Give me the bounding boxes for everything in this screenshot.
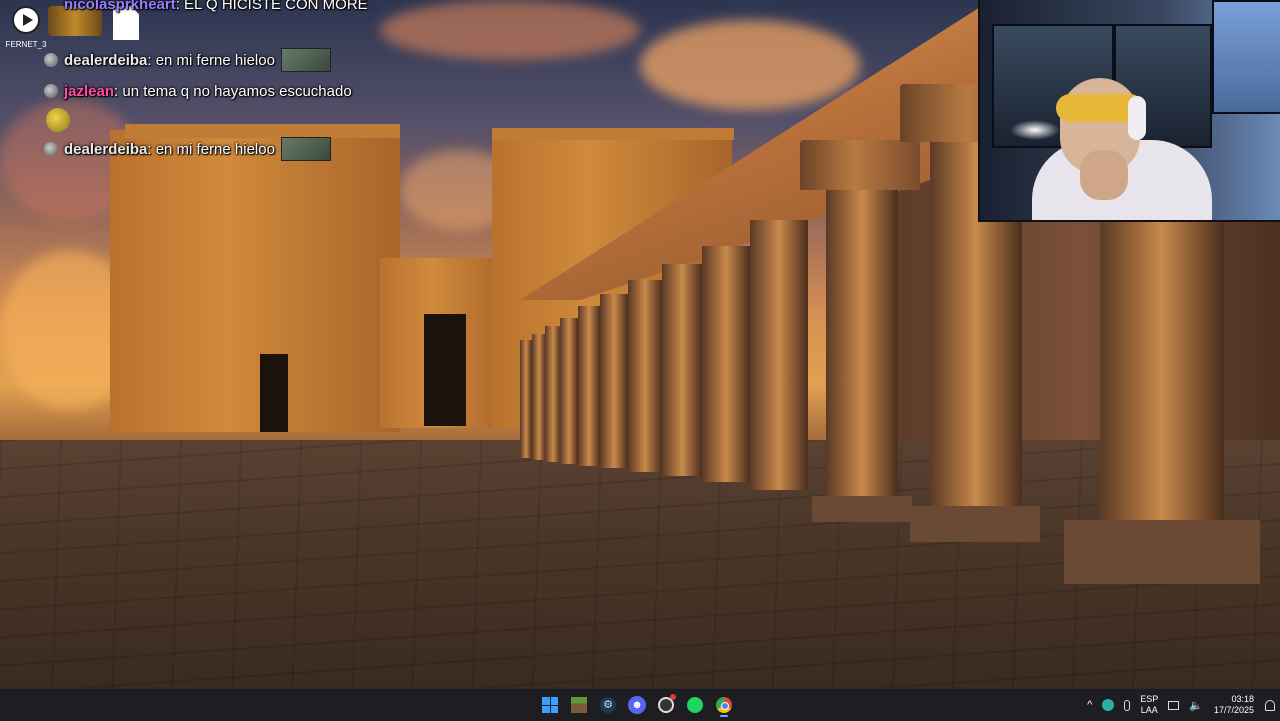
taskbar-app-discord[interactable]: ☻ [625, 693, 649, 717]
temple-door-left [260, 354, 288, 432]
temple-column [628, 280, 662, 472]
network-button[interactable] [1168, 700, 1180, 710]
desktop-icon-label: FERNET_3 [5, 40, 47, 49]
chat-emote-icon [280, 137, 331, 161]
chat-message: nicolasprkheart : EL Q HICISTE CON MORE [64, 0, 368, 14]
taskbar-app-steam[interactable]: ⚙ [596, 693, 620, 717]
chat-message: jazlean : un tema q no hayamos escuchado [44, 81, 352, 101]
webcam-window-pane [1212, 0, 1280, 114]
temple-column [578, 306, 600, 466]
chat-message: dealerdeiba : en mi ferne hieloo [44, 137, 331, 161]
taskbar-app-spotify[interactable] [683, 693, 707, 717]
temple-column [702, 246, 750, 482]
temple-column [560, 318, 578, 464]
temple-column [545, 326, 561, 462]
system-tray: ^ ESP LAA 🔈 03:18 17/7/2025 [1082, 689, 1280, 721]
chat-username: nicolasprkheart [64, 0, 176, 13]
chat-emote-face-icon [46, 108, 70, 132]
chrome-icon [716, 697, 732, 713]
start-button[interactable] [538, 693, 562, 717]
desktop-icon-fernet[interactable]: FERNET_3 [4, 6, 48, 49]
temple-column [1100, 210, 1224, 530]
chat-emote-icon [280, 48, 331, 72]
chat-username: dealerdeiba [64, 51, 148, 69]
wallpaper-cloud [380, 0, 640, 60]
windows-icon [542, 697, 558, 713]
tray-overflow-button[interactable]: ^ [1087, 699, 1092, 711]
chat-username: dealerdeiba [64, 140, 148, 158]
chat-message: dealerdeiba : en mi ferne hieloo [44, 48, 331, 72]
temple-column [826, 180, 898, 500]
active-app-indicator [720, 715, 728, 717]
clock-time: 03:18 [1231, 694, 1254, 704]
temple-column-capital [800, 140, 920, 190]
chat-badge-icon [44, 142, 58, 156]
steam-icon: ⚙ [600, 697, 616, 713]
temple-column [600, 294, 628, 468]
temple-column [750, 220, 808, 490]
taskbar-app-obs[interactable] [654, 693, 678, 717]
shield-icon [1102, 699, 1115, 711]
temple-pylon-left-cornice [125, 124, 400, 138]
language-code: ESP [1140, 694, 1159, 704]
bell-icon [1265, 699, 1275, 711]
wallpaper-cloud [640, 20, 860, 110]
spotify-icon [687, 697, 703, 713]
recording-indicator-icon [670, 694, 676, 700]
clock-date: 17/7/2025 [1213, 705, 1254, 715]
chat-badge-icon [44, 84, 58, 98]
temple-door-center [424, 314, 466, 426]
chat-text: : un tema q no hayamos escuchado [114, 82, 352, 100]
taskbar: ⚙ ☻ ^ ESP LAA 🔈 03:18 17/7/2025 [0, 688, 1280, 720]
chat-text: : en mi ferne hieloo [147, 140, 275, 158]
temple-pylon-left [110, 130, 400, 432]
chat-username: jazlean [64, 82, 115, 100]
notifications-button[interactable] [1265, 699, 1275, 711]
headphones-icon [1128, 96, 1146, 140]
webcam-overlay [978, 0, 1280, 222]
keyboard-layout: LAA [1140, 705, 1158, 715]
temple-pylon-right-cornice [492, 128, 734, 140]
tray-app-icon[interactable] [1102, 699, 1115, 711]
temple-column-base [1064, 520, 1260, 584]
chat-text: : EL Q HICISTE CON MORE [175, 0, 368, 13]
webcam-light-glare [1010, 120, 1060, 140]
temple-column [520, 340, 532, 458]
minecraft-icon [571, 697, 587, 713]
temple-column-base [910, 506, 1040, 542]
discord-icon: ☻ [628, 696, 646, 714]
taskbar-apps: ⚙ ☻ [538, 689, 736, 721]
webcam-person-hands [1080, 150, 1128, 200]
media-player-icon [12, 6, 40, 34]
temple-column-base [812, 496, 912, 522]
volume-button[interactable]: 🔈 [1189, 699, 1203, 712]
taskbar-app-minecraft[interactable] [567, 693, 591, 717]
clock[interactable]: 03:18 17/7/2025 [1214, 694, 1254, 716]
chat-badge-icon [44, 53, 58, 67]
network-icon [1168, 700, 1180, 710]
speaker-icon: 🔈 [1189, 699, 1203, 712]
chat-text: : en mi ferne hieloo [147, 51, 275, 69]
microphone-button[interactable] [1124, 699, 1131, 711]
taskbar-app-chrome[interactable] [712, 693, 736, 717]
language-switcher[interactable]: ESP LAA [1140, 694, 1158, 716]
temple-column [532, 334, 546, 460]
microphone-icon [1124, 699, 1131, 711]
temple-column [662, 264, 702, 476]
